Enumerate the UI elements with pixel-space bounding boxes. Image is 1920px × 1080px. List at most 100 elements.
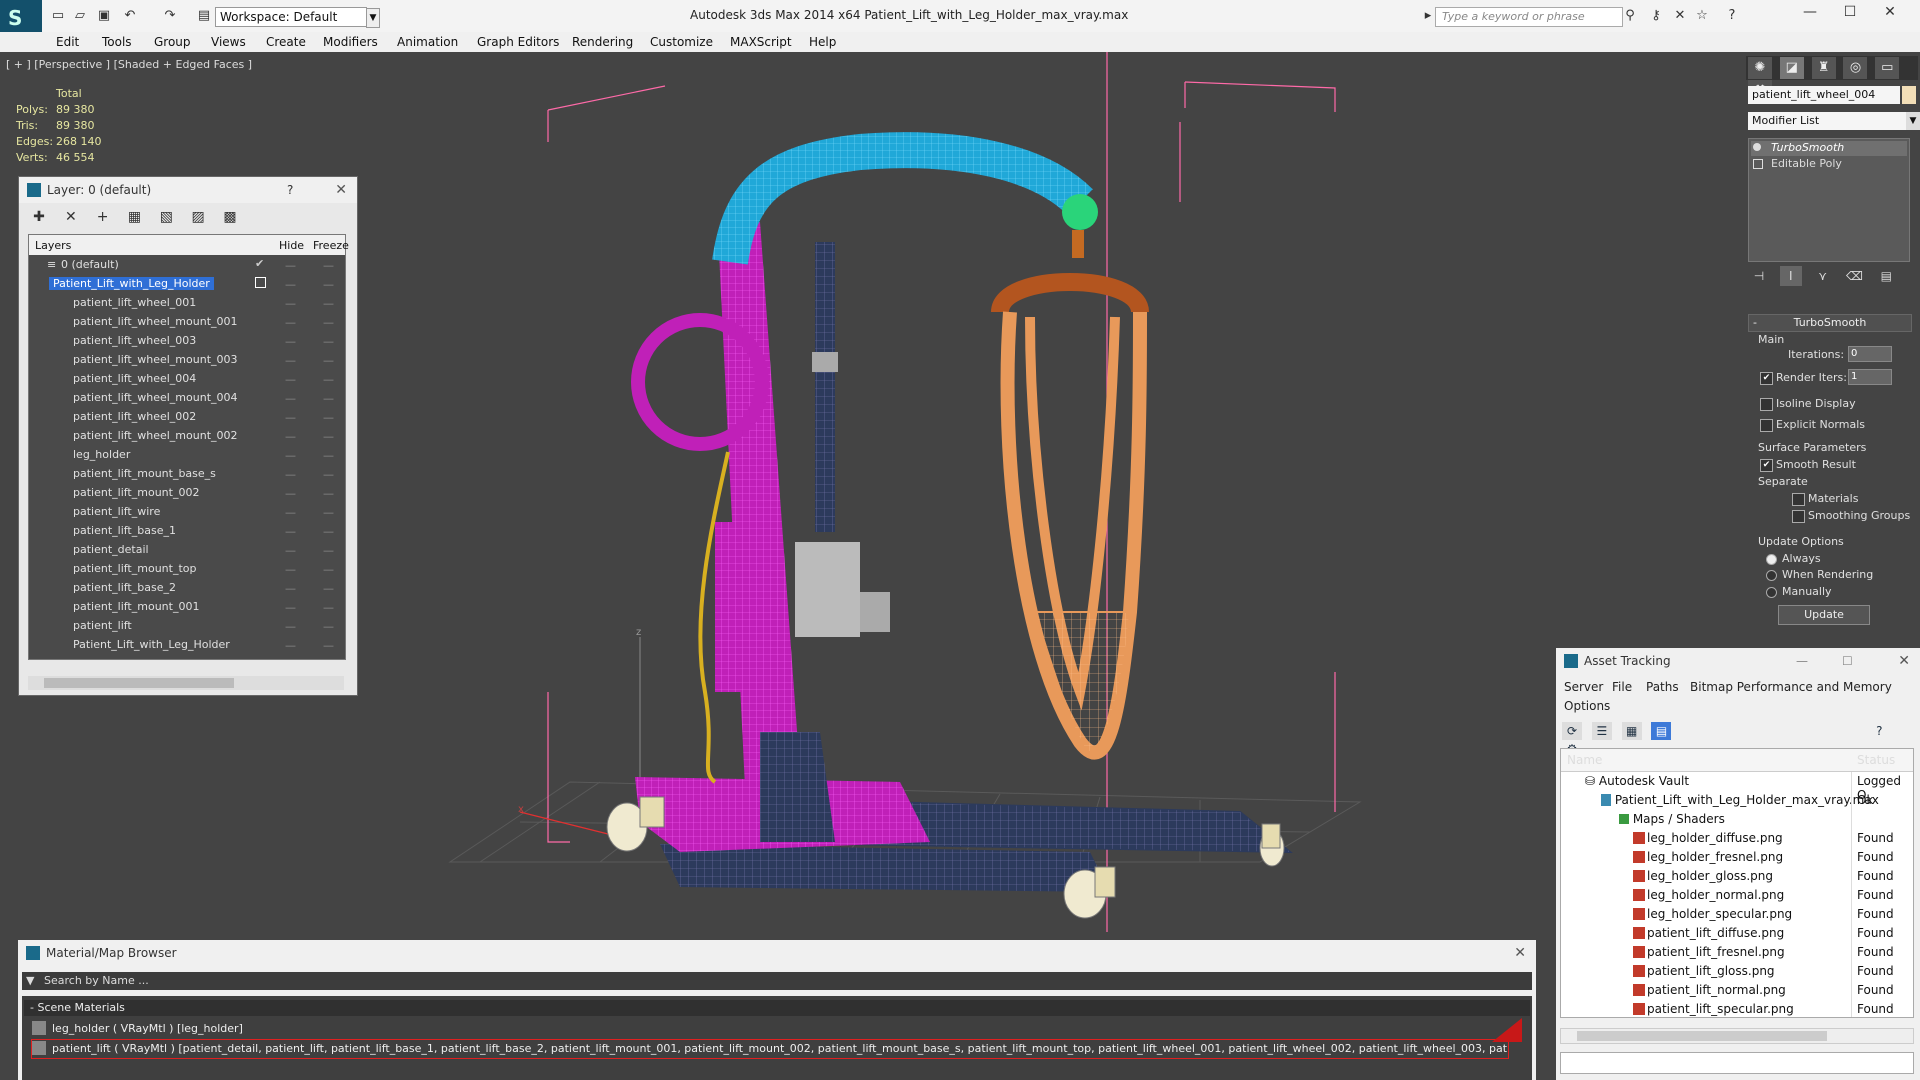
col-layers[interactable]: Layers	[35, 239, 71, 252]
material-browser-close-icon[interactable]: ✕	[1514, 940, 1526, 966]
select-objects-icon[interactable]: ▦	[122, 207, 146, 227]
asset-menu-bitmap[interactable]: Bitmap Performance and Memory	[1690, 680, 1892, 694]
layer-help-button[interactable]: ?	[287, 177, 293, 203]
col-freeze[interactable]: Freeze	[313, 239, 349, 252]
asset-row[interactable]: patient_lift_fresnel.png Found	[1561, 943, 1913, 962]
layer-horizontal-scrollbar[interactable]	[28, 676, 344, 690]
make-unique-icon[interactable]: ⋎	[1812, 266, 1834, 286]
help-icon[interactable]: ?	[1869, 722, 1889, 740]
display-tab-icon[interactable]: ▭	[1875, 57, 1900, 79]
asset-tracking-title-bar[interactable]: Asset Tracking — ☐ ✕	[1556, 648, 1920, 674]
layer-object-row[interactable]: patient_lift_wheel_001— —	[29, 293, 345, 312]
viewport-label[interactable]: [ + ] [Perspective ] [Shaded + Edged Fac…	[6, 58, 252, 71]
isoline-display-checkbox[interactable]	[1760, 398, 1773, 411]
asset-row[interactable]: leg_holder_gloss.png Found	[1561, 867, 1913, 886]
delete-layer-icon[interactable]: ✕	[59, 207, 83, 227]
layer-object-row[interactable]: Patient_Lift_with_Leg_Holder — —	[29, 635, 345, 654]
search-arrow-icon[interactable]: ▸	[1420, 8, 1436, 24]
menu-modifiers[interactable]: Modifiers	[323, 35, 378, 49]
layer-object-row[interactable]: patient_lift_wheel_003— —	[29, 331, 345, 350]
stack-item-turbosmooth[interactable]: TurboSmooth	[1751, 141, 1907, 156]
asset-row[interactable]: patient_lift_diffuse.png Found	[1561, 924, 1913, 943]
explicit-normals-checkbox[interactable]	[1760, 419, 1773, 432]
menu-group[interactable]: Group	[154, 35, 191, 49]
menu-tools[interactable]: Tools	[102, 35, 132, 49]
refresh-icon[interactable]: ⟳	[1562, 722, 1582, 740]
pin-stack-icon[interactable]: ⊣	[1748, 266, 1770, 286]
layer-object-row[interactable]: patient_lift_wheel_mount_002— —	[29, 426, 345, 445]
minimize-icon[interactable]: —	[1795, 4, 1825, 24]
layer-object-row[interactable]: patient_lift — —	[29, 616, 345, 635]
hierarchy-tab-icon[interactable]: ♜	[1811, 57, 1836, 79]
layer-row[interactable]: ≡ 0 (default) ✔ — —	[29, 255, 345, 274]
layer-object-row[interactable]: patient_lift_wheel_mount_004— —	[29, 388, 345, 407]
asset-row[interactable]: leg_holder_specular.png Found	[1561, 905, 1913, 924]
configure-modifier-sets-icon[interactable]: ▤	[1875, 266, 1897, 286]
materials-checkbox[interactable]	[1792, 493, 1805, 506]
layer-object-row[interactable]: patient_lift_mount_top — —	[29, 559, 345, 578]
motion-tab-icon[interactable]: ◎	[1843, 57, 1868, 79]
menu-views[interactable]: Views	[211, 35, 246, 49]
lightbulb-icon[interactable]	[1753, 143, 1761, 151]
menu-customize[interactable]: Customize	[650, 35, 713, 49]
help-icon[interactable]: ?	[1724, 8, 1740, 24]
asset-maximize-icon[interactable]: ☐	[1842, 648, 1853, 674]
layer-object-row[interactable]: patient_lift_mount_002— —	[29, 483, 345, 502]
hide-all-icon[interactable]: ▨	[186, 207, 210, 227]
key-icon[interactable]: ⚷	[1648, 8, 1664, 24]
layer-object-row[interactable]: patient_lift_wheel_004— —	[29, 369, 345, 388]
asset-row[interactable]: leg_holder_fresnel.png Found	[1561, 848, 1913, 867]
set-current-icon[interactable]	[255, 277, 266, 288]
modifier-list-dropdown[interactable]: Modifier List ▼	[1748, 112, 1920, 130]
modify-tab-icon[interactable]: ◪	[1779, 57, 1804, 79]
menu-rendering[interactable]: Rendering	[572, 35, 633, 49]
asset-row[interactable]: patient_lift_specular.png Found	[1561, 1000, 1913, 1017]
open-file-icon[interactable]: ▱	[72, 8, 88, 24]
remove-modifier-icon[interactable]: ⌫	[1843, 266, 1865, 286]
asset-row[interactable]: Patient_Lift_with_Leg_Holder_max_vray.ma…	[1561, 791, 1913, 810]
layer-object-row[interactable]: patient_lift_base_2— —	[29, 578, 345, 597]
add-to-layer-icon[interactable]: +	[91, 207, 115, 227]
col-hide[interactable]: Hide	[279, 239, 304, 252]
new-layer-icon[interactable]: ✚	[27, 207, 51, 227]
update-button[interactable]: Update	[1778, 605, 1870, 625]
asset-row[interactable]: leg_holder_diffuse.png Found	[1561, 829, 1913, 848]
smooth-result-checkbox[interactable]: ✔	[1760, 459, 1773, 472]
asset-menu-options[interactable]: Options	[1564, 699, 1610, 713]
asset-minimize-icon[interactable]: —	[1796, 648, 1808, 674]
material-search-input[interactable]: ▼ Search by Name ...	[22, 972, 1532, 990]
layer-object-row[interactable]: patient_detail — —	[29, 540, 345, 559]
exchange-icon[interactable]: ✕	[1672, 8, 1688, 24]
layer-close-icon[interactable]: ✕	[335, 177, 347, 203]
close-icon[interactable]: ✕	[1875, 4, 1905, 24]
asset-menu-server[interactable]: Server	[1564, 680, 1603, 694]
material-item-patient-lift[interactable]: patient_lift ( VRayMtl ) [patient_detail…	[31, 1039, 1509, 1059]
layer-row-selected[interactable]: Patient_Lift_with_Leg_Holder — —	[29, 274, 345, 293]
redo-icon[interactable]: ↷	[162, 8, 178, 24]
stack-item-editable-poly[interactable]: Editable Poly	[1751, 157, 1907, 172]
always-radio[interactable]	[1766, 554, 1777, 565]
menu-graph-editors[interactable]: Graph Editors	[477, 35, 559, 49]
maximize-icon[interactable]: ☐	[1835, 4, 1865, 24]
asset-row[interactable]: leg_holder_normal.png Found	[1561, 886, 1913, 905]
object-name-field[interactable]: patient_lift_wheel_004	[1748, 86, 1900, 104]
menu-edit[interactable]: Edit	[56, 35, 79, 49]
asset-menu-paths[interactable]: Paths	[1646, 680, 1679, 694]
asset-close-icon[interactable]: ✕	[1898, 648, 1910, 674]
asset-col-name[interactable]: Name	[1567, 753, 1602, 767]
list-view-icon[interactable]: ☰	[1591, 722, 1612, 740]
table-view-icon[interactable]: ▤	[1651, 722, 1672, 740]
smoothing-groups-checkbox[interactable]	[1792, 510, 1805, 523]
layer-object-row[interactable]: patient_lift_mount_base_s — —	[29, 464, 345, 483]
render-iters-checkbox[interactable]: ✔	[1760, 372, 1773, 385]
show-end-result-icon[interactable]: Ⅰ	[1779, 266, 1802, 286]
save-icon[interactable]: ▣	[96, 8, 112, 24]
project-folder-icon[interactable]: ▤	[196, 8, 212, 24]
layer-object-row[interactable]: patient_lift_wheel_mount_003— —	[29, 350, 345, 369]
asset-row[interactable]: ⛁ Autodesk Vault Logged O	[1561, 772, 1913, 802]
thumbnail-view-icon[interactable]: ▦	[1621, 722, 1642, 740]
menu-maxscript[interactable]: MAXScript	[730, 35, 792, 49]
create-tab-icon[interactable]: ✺	[1748, 57, 1772, 79]
menu-animation[interactable]: Animation	[397, 35, 458, 49]
render-iters-spinner[interactable]: 1	[1848, 369, 1892, 385]
